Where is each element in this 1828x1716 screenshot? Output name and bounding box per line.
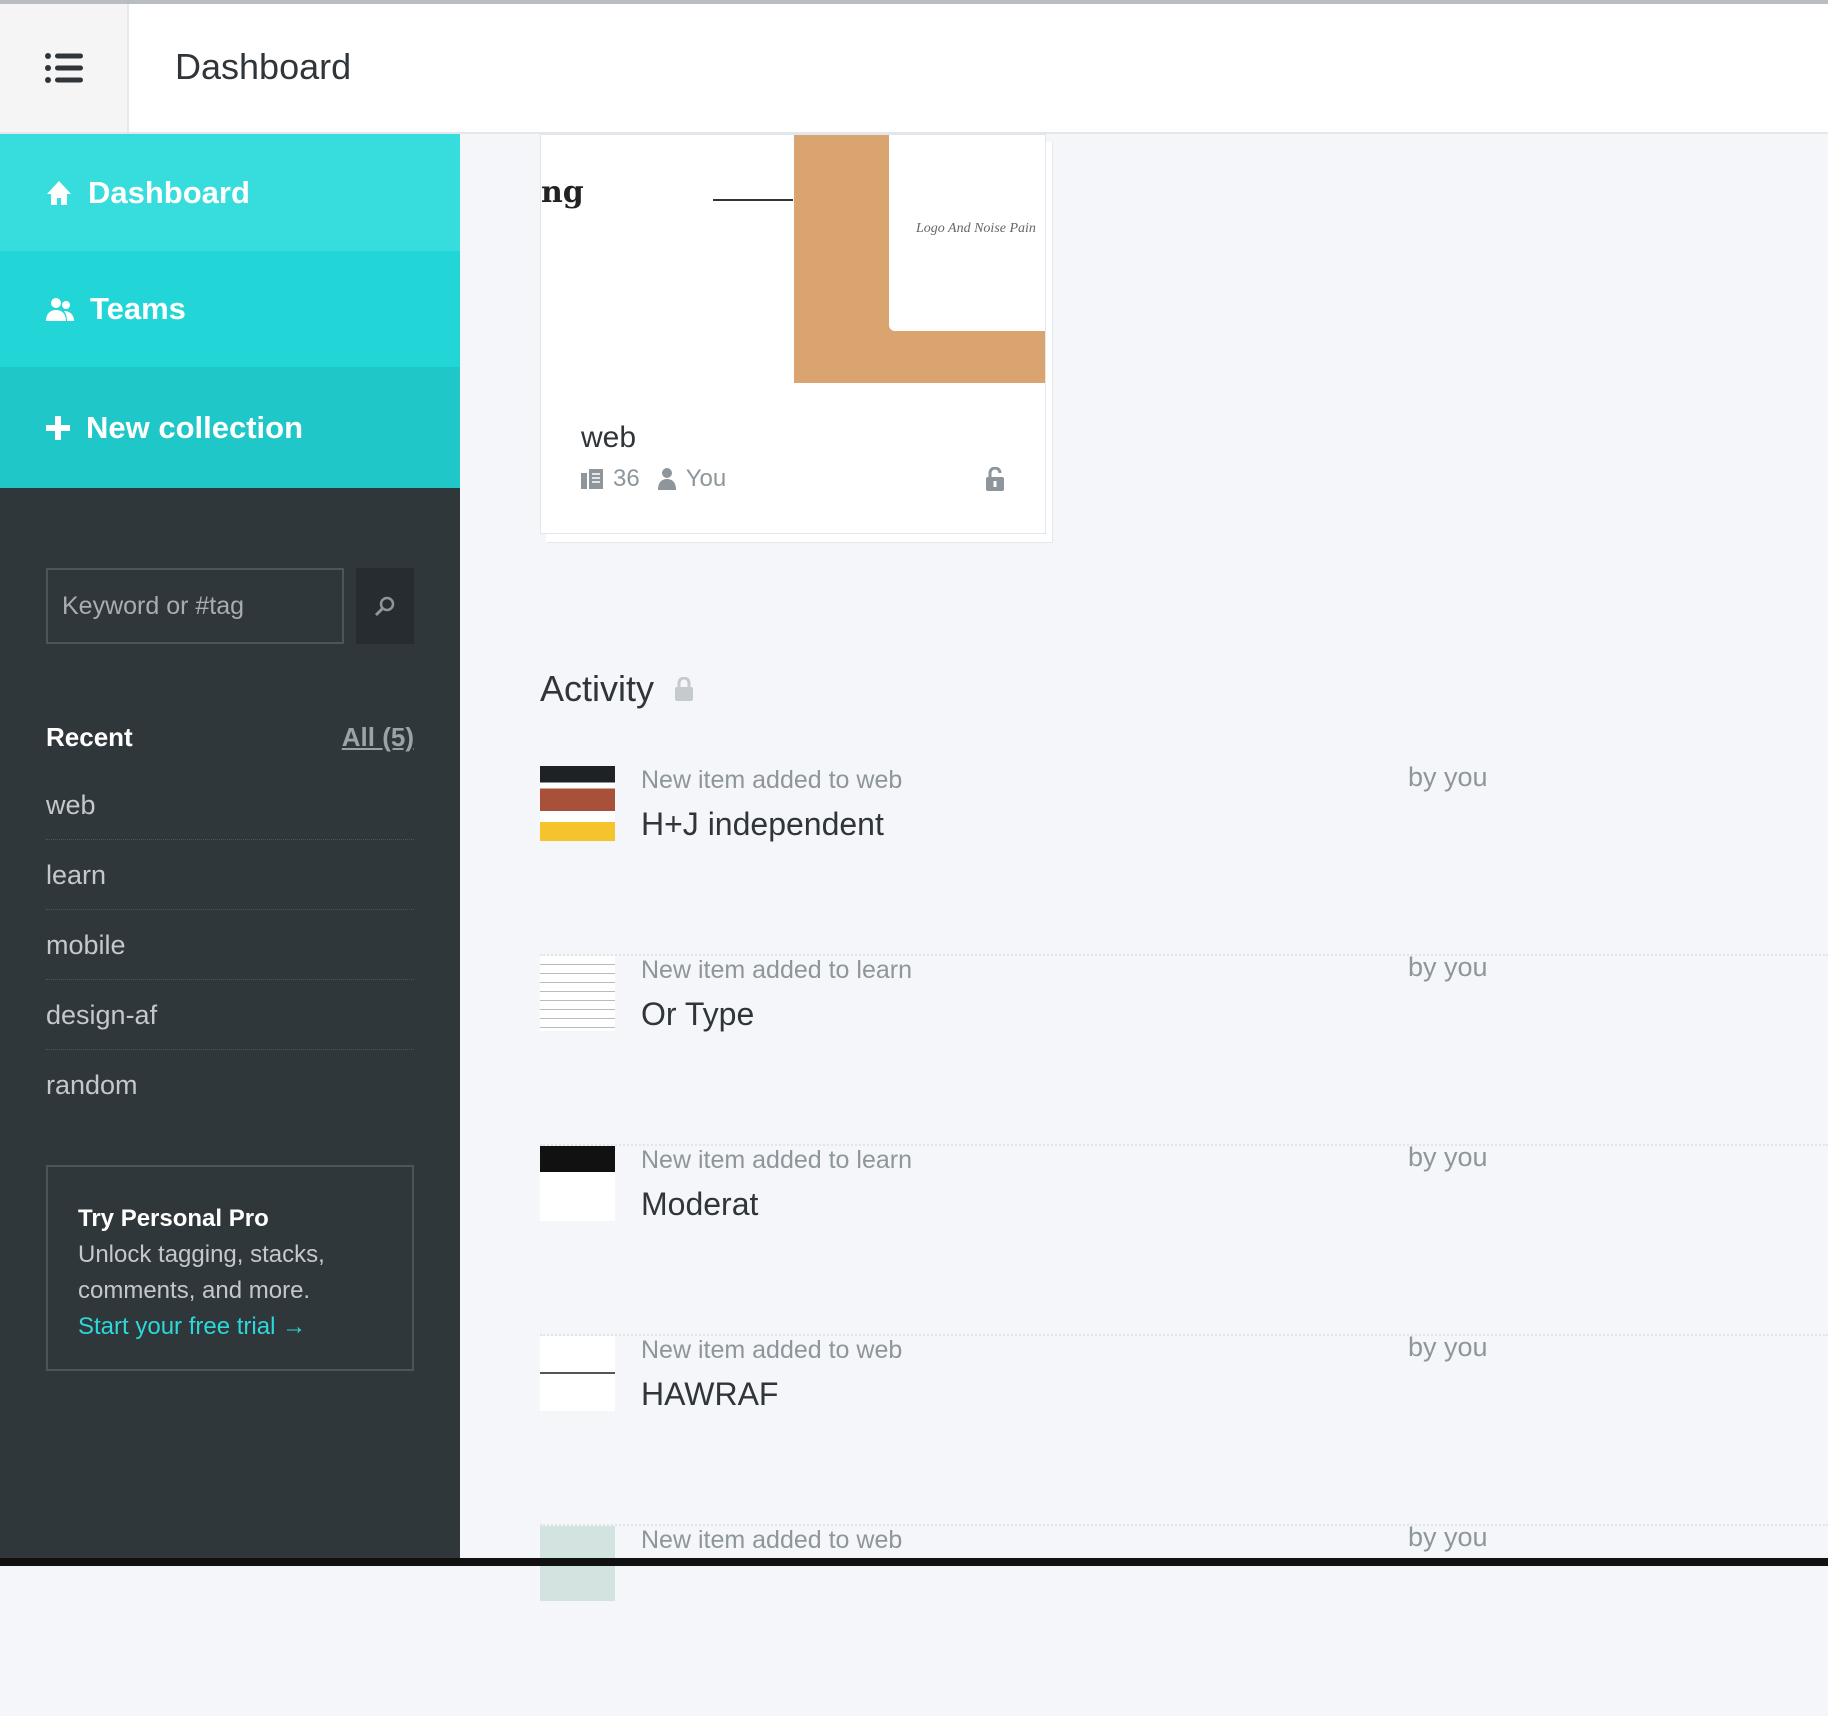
recent-header: Recent All (5) xyxy=(46,722,414,753)
collection-name: web xyxy=(581,421,637,454)
item-thumbnail xyxy=(540,956,615,1031)
promo-body: Unlock tagging, stacks, comments, and mo… xyxy=(78,1241,325,1304)
menu-button[interactable] xyxy=(0,4,129,132)
home-icon xyxy=(47,180,71,205)
activity-item-name[interactable]: H+J independent xyxy=(641,806,884,843)
activity-item[interactable]: New item added to web by you xyxy=(540,1522,1828,1716)
search-placeholder: Keyword or #tag xyxy=(62,591,245,620)
activity-heading: Activity xyxy=(540,668,694,710)
item-count: 36 xyxy=(613,465,640,492)
item-thumbnail xyxy=(540,1336,615,1411)
activity-subtitle: New item added to web xyxy=(641,1526,903,1554)
header: Dashboard xyxy=(0,4,1828,134)
recent-list: web learn mobile design-af random xyxy=(46,770,414,1120)
owner: You xyxy=(685,465,727,492)
nav-new-collection[interactable]: New collection xyxy=(0,367,460,488)
activity-author: by you xyxy=(1408,1522,1488,1552)
collection-preview: ng Logo And Noise Pain xyxy=(541,135,1045,383)
nav-teams[interactable]: Teams xyxy=(0,251,460,367)
activity-title: Activity xyxy=(540,668,655,709)
plus-icon xyxy=(46,415,70,440)
free-trial-link[interactable]: Start your free trial → xyxy=(78,1309,382,1345)
nav-label: Dashboard xyxy=(88,174,250,210)
collection-card[interactable]: ng Logo And Noise Pain web 36 You xyxy=(540,134,1046,534)
search-icon xyxy=(374,596,395,617)
recent-item[interactable]: mobile xyxy=(46,910,414,980)
activity-item[interactable]: New item added to web H+J independent by… xyxy=(540,762,1828,956)
recent-item[interactable]: learn xyxy=(46,840,414,910)
activity-author: by you xyxy=(1408,1142,1488,1172)
activity-subtitle: New item added to web xyxy=(641,1336,903,1364)
nav-label: New collection xyxy=(86,409,304,445)
search-button[interactable] xyxy=(356,568,414,644)
activity-author: by you xyxy=(1408,1332,1488,1362)
activity-subtitle: New item added to web xyxy=(641,766,903,794)
pro-promo: Try Personal Pro Unlock tagging, stacks,… xyxy=(46,1165,414,1371)
preview-text: Logo And Noise Pain xyxy=(916,221,1036,236)
promo-title: Try Personal Pro xyxy=(78,1205,269,1232)
activity-subtitle: New item added to learn xyxy=(641,956,912,984)
activity-author: by you xyxy=(1408,762,1488,792)
sidebar: Dashboard Teams New collection Keyword o… xyxy=(0,134,460,1558)
user-icon xyxy=(657,468,676,490)
team-icon xyxy=(46,298,74,321)
activity-item[interactable]: New item added to web HAWRAF by you xyxy=(540,1332,1828,1526)
page-title: Dashboard xyxy=(175,46,352,87)
nav-dashboard[interactable]: Dashboard xyxy=(0,134,460,251)
collection-meta: 36 You xyxy=(581,465,726,493)
recent-item[interactable]: web xyxy=(46,770,414,840)
recent-heading: Recent xyxy=(46,722,133,752)
activity-item[interactable]: New item added to learn Or Type by you xyxy=(540,952,1828,1146)
unlocked-icon xyxy=(986,467,1004,491)
lock-icon xyxy=(675,677,694,701)
activity-item-name[interactable]: Or Type xyxy=(641,996,754,1033)
all-collections-link[interactable]: All (5) xyxy=(342,722,414,753)
activity-item[interactable]: New item added to learn Moderat by you xyxy=(540,1142,1828,1336)
activity-item-name[interactable]: HAWRAF xyxy=(641,1376,778,1413)
activity-subtitle: New item added to learn xyxy=(641,1146,912,1174)
activity-author: by you xyxy=(1408,952,1488,982)
nav-label: Teams xyxy=(90,291,186,326)
list-menu-icon xyxy=(44,53,83,83)
search-input[interactable]: Keyword or #tag xyxy=(46,568,344,644)
items-icon xyxy=(581,469,603,489)
item-thumbnail xyxy=(540,1146,615,1221)
recent-item[interactable]: random xyxy=(46,1050,414,1120)
activity-item-name[interactable]: Moderat xyxy=(641,1186,758,1223)
window-bottom-edge xyxy=(0,1558,1828,1566)
item-thumbnail xyxy=(540,766,615,841)
recent-item[interactable]: design-af xyxy=(46,980,414,1050)
